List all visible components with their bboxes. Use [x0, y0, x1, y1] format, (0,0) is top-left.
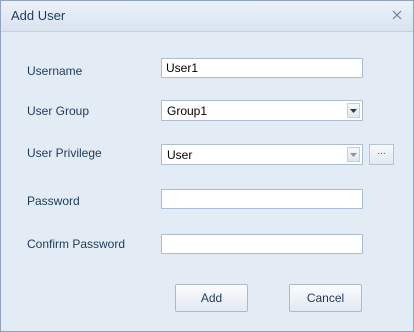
- dialog-title: Add User: [11, 8, 66, 23]
- password-input[interactable]: [161, 189, 363, 209]
- chevron-down-icon[interactable]: [347, 147, 360, 162]
- user-privilege-label: User Privilege: [27, 146, 102, 160]
- password-label: Password: [27, 194, 80, 208]
- user-group-select[interactable]: Group1: [161, 100, 363, 121]
- add-button[interactable]: Add: [175, 284, 248, 312]
- add-user-dialog: Add User: [0, 0, 414, 332]
- confirm-password-label: Confirm Password: [27, 237, 126, 251]
- user-group-label: User Group: [27, 104, 90, 118]
- username-value: User1: [166, 61, 199, 75]
- username-input[interactable]: User1: [161, 58, 363, 78]
- user-group-value: Group1: [167, 104, 208, 118]
- username-label: Username: [27, 64, 83, 78]
- user-privilege-select[interactable]: User: [161, 144, 363, 165]
- chevron-down-icon[interactable]: [347, 103, 360, 118]
- confirm-password-input[interactable]: [161, 234, 363, 254]
- privilege-more-button[interactable]: ...: [369, 144, 394, 165]
- close-icon[interactable]: [389, 7, 405, 23]
- cancel-button[interactable]: Cancel: [289, 284, 362, 312]
- user-privilege-value: User: [167, 148, 193, 162]
- title-bar: Add User: [1, 1, 413, 32]
